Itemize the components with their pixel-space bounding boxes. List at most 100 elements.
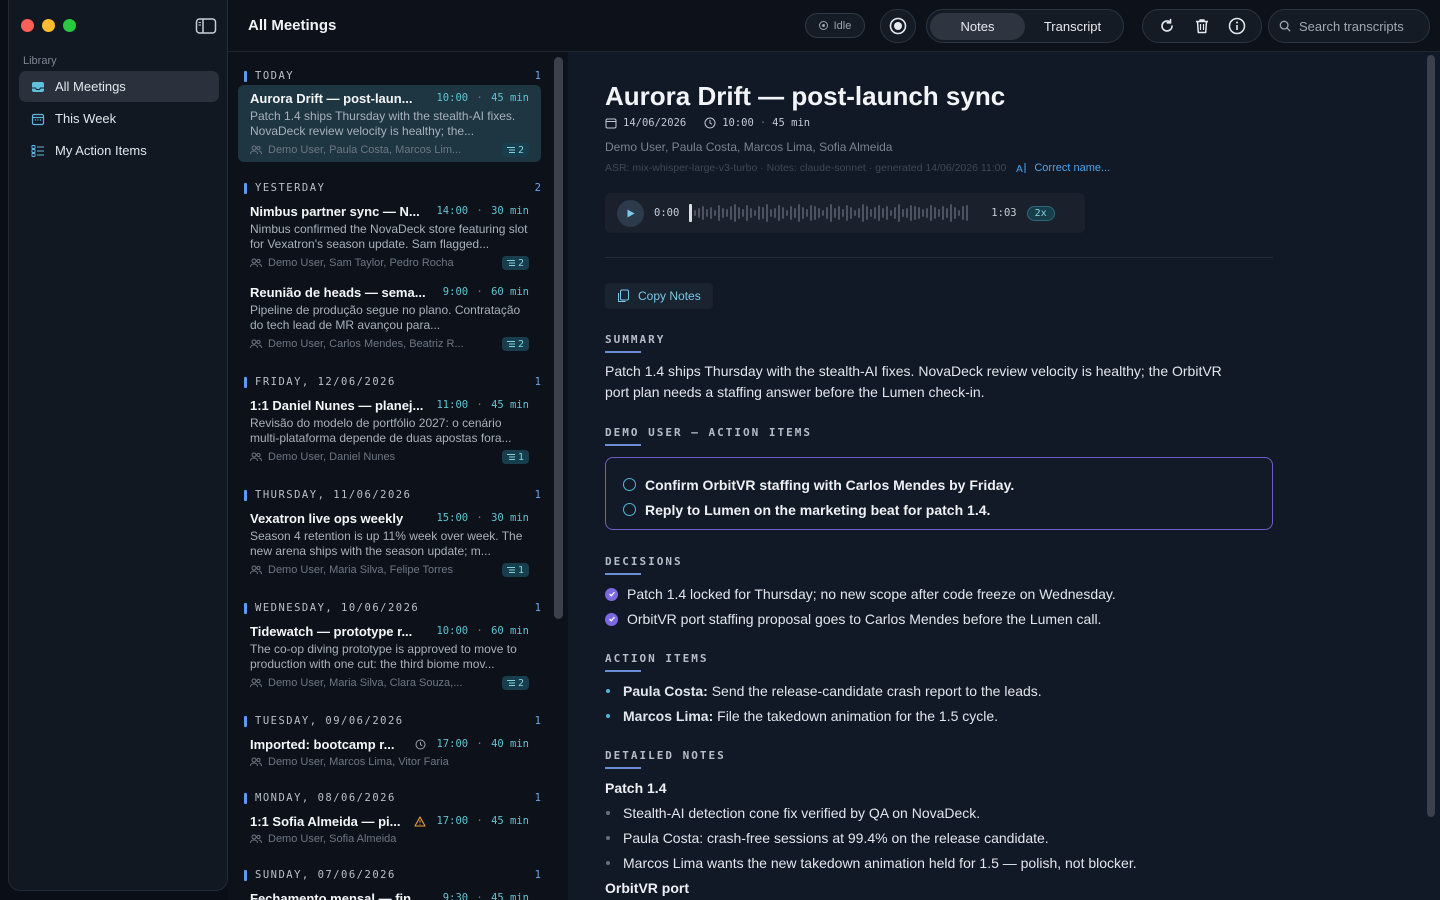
waveform-bar — [786, 210, 789, 216]
meeting-card[interactable]: Tidewatch — prototype r... 10:00 · 60 min… — [238, 618, 541, 694]
waveform-bar — [746, 205, 749, 221]
list-scrollbar[interactable] — [554, 57, 563, 619]
action-item: Paula Costa: Send the release-candidate … — [605, 681, 1042, 701]
my-action-items-heading: DEMO USER — ACTION ITEMS — [605, 426, 812, 446]
waveform-bar — [738, 207, 741, 219]
play-button[interactable] — [617, 199, 644, 227]
detail-scrollbar[interactable] — [1427, 55, 1435, 817]
meeting-title: Aurora Drift — post-launch sync — [605, 81, 1006, 111]
close-window-button[interactable] — [21, 19, 34, 32]
meeting-card[interactable]: Reunião de heads — sema... 9:00 · 60 min … — [238, 279, 541, 355]
people-icon — [250, 145, 262, 155]
waveform-bar — [734, 204, 737, 222]
meeting-card[interactable]: Fechamento mensal — fin... 9:30 · 45 min — [238, 885, 541, 900]
tray-icon — [32, 81, 44, 92]
meeting-attendees: Demo User, Sam Taylor, Pedro Rocha — [250, 257, 502, 269]
group-count: 2 — [534, 182, 541, 194]
waveform-bar — [854, 210, 857, 216]
action-item: Marcos Lima: File the takedown animation… — [605, 706, 998, 726]
group-header: TUESDAY, 09/06/2026 1 — [244, 714, 541, 728]
waveform-bar — [914, 206, 917, 220]
toolbar: All Meetings Idle Notes Transcript — [228, 0, 1440, 52]
waveform-bar — [934, 207, 937, 219]
trash-icon — [1195, 19, 1208, 34]
window-controls — [21, 19, 76, 32]
refresh-icon — [1160, 18, 1173, 32]
list-icon — [506, 567, 515, 573]
playback-speed-button[interactable]: 2x — [1026, 205, 1055, 221]
group-header: WEDNESDAY, 10/06/2026 1 — [244, 601, 541, 615]
waveform-bar — [902, 209, 905, 217]
checkbox-icon[interactable] — [623, 503, 636, 516]
group-count: 1 — [534, 489, 541, 501]
divider — [605, 257, 1273, 258]
sidebar-item-my-action-items[interactable]: My Action Items — [19, 135, 219, 166]
bullet — [606, 836, 610, 840]
meeting-meta: 14/06/2026 10:00 · 45 min — [605, 117, 810, 129]
meeting-card[interactable]: Aurora Drift — post-laun... 10:00 · 45 mi… — [238, 85, 541, 162]
info-icon — [1229, 17, 1246, 35]
note-item: Paula Costa: crash-free sessions at 99.4… — [605, 828, 1049, 848]
waveform-bar — [798, 204, 801, 222]
meeting-card[interactable]: Vexatron live ops weekly 15:00 · 30 min S… — [238, 505, 541, 581]
action-count-badge: 2 — [501, 337, 529, 351]
meeting-card[interactable]: Imported: bootcamp r... 17:00 · 40 min De… — [238, 731, 541, 773]
waveform-bar — [882, 208, 885, 218]
waveform-bar — [754, 210, 757, 216]
status-badge: Idle — [805, 13, 865, 38]
people-icon — [250, 258, 262, 268]
tab-notes[interactable]: Notes — [930, 12, 1025, 40]
meeting-time: 11:00 · 45 min — [436, 399, 529, 411]
delete-button[interactable] — [1192, 16, 1212, 36]
waveform-bar — [838, 206, 841, 220]
sidebar-nav: All Meetings This Week My Action Items — [19, 71, 219, 167]
list-icon — [506, 341, 515, 347]
tab-transcript[interactable]: Transcript — [1025, 13, 1120, 40]
info-button[interactable] — [1227, 16, 1247, 36]
meeting-card[interactable]: Nimbus partner sync — N... 14:00 · 30 min… — [238, 198, 541, 274]
meeting-card[interactable]: 1:1 Daniel Nunes — planej... 11:00 · 45 m… — [238, 392, 541, 468]
my-action-item[interactable]: Confirm OrbitVR staffing with Carlos Men… — [623, 472, 1272, 497]
idle-icon — [818, 21, 828, 30]
waveform-bar — [830, 204, 833, 222]
waveform-bar — [890, 210, 893, 216]
checkbox-icon[interactable] — [623, 478, 636, 491]
waveform-bar — [946, 208, 949, 218]
group-label: THURSDAY, 11/06/2026 — [255, 489, 412, 501]
people-icon — [250, 757, 262, 767]
sidebar-toggle-icon[interactable] — [195, 17, 217, 35]
group-header: THURSDAY, 11/06/2026 1 — [244, 488, 541, 502]
sidebar-item-this-week[interactable]: This Week — [19, 103, 219, 134]
meeting-card[interactable]: 1:1 Sofia Almeida — pi... 17:00 · 45 min … — [238, 808, 541, 850]
meeting-title: Vexatron live ops weekly — [250, 510, 404, 526]
bullet — [606, 689, 610, 693]
my-action-item[interactable]: Reply to Lumen on the marketing beat for… — [623, 497, 1272, 522]
audio-waveform[interactable] — [689, 202, 981, 224]
group-count: 1 — [534, 715, 541, 727]
meeting-summary: Revisão do modelo de portfólio 2027: o c… — [250, 416, 512, 445]
minimize-window-button[interactable] — [42, 19, 55, 32]
meeting-title: Nimbus partner sync — N... — [250, 203, 420, 219]
refresh-button[interactable] — [1157, 16, 1177, 36]
zoom-window-button[interactable] — [63, 19, 76, 32]
list-icon — [506, 260, 515, 266]
play-icon — [627, 209, 635, 217]
search-field[interactable] — [1268, 9, 1430, 43]
waveform-bar — [742, 209, 745, 217]
audio-player: 0:00 1:03 2x — [605, 193, 1085, 233]
waveform-bar — [722, 208, 725, 218]
waveform-bar — [702, 206, 705, 220]
waveform-bar — [750, 208, 753, 218]
search-input[interactable] — [1299, 18, 1429, 34]
waveform-bar — [810, 205, 813, 221]
meeting-title: 1:1 Sofia Almeida — pi... — [250, 813, 401, 829]
people-icon — [250, 834, 262, 844]
copy-notes-button[interactable]: Copy Notes — [605, 283, 713, 309]
correct-names-link[interactable]: A Correct name... — [1016, 162, 1110, 174]
group-label: WEDNESDAY, 10/06/2026 — [255, 602, 420, 614]
detailed-notes-heading: DETAILED NOTES — [605, 749, 726, 769]
people-icon — [250, 452, 262, 462]
sidebar-item-all-meetings[interactable]: All Meetings — [19, 71, 219, 102]
meeting-time: 17:00 · 40 min — [436, 738, 529, 750]
record-button[interactable] — [880, 9, 916, 43]
